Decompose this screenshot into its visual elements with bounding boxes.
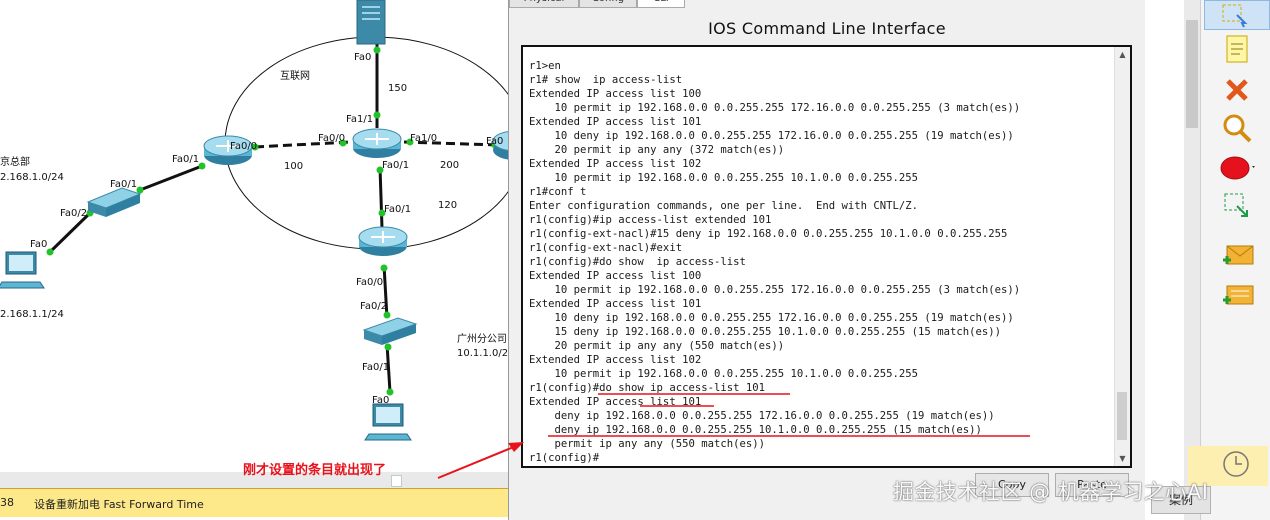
main-vertical-scrollbar[interactable]: [1184, 0, 1200, 520]
tool-palette: [1200, 0, 1270, 520]
annotation-overlay: [437, 393, 1030, 479]
inspect-icon[interactable]: [1219, 110, 1255, 146]
add-simple-pdu-icon[interactable]: [1219, 238, 1255, 274]
scroll-thumb[interactable]: [1186, 20, 1198, 128]
watermark: 掘金技术社区 @ 机器学习之心AI: [893, 480, 1209, 504]
add-complex-pdu-icon[interactable]: [1219, 278, 1255, 314]
delete-icon[interactable]: [1219, 72, 1255, 108]
annotation-arrow: [437, 445, 517, 479]
draw-ellipse-icon[interactable]: [1219, 150, 1255, 186]
note-icon[interactable]: [1219, 32, 1255, 68]
resize-icon[interactable]: [1219, 190, 1255, 226]
select-tool[interactable]: [1204, 0, 1270, 30]
arrow-head-icon: [508, 442, 524, 452]
